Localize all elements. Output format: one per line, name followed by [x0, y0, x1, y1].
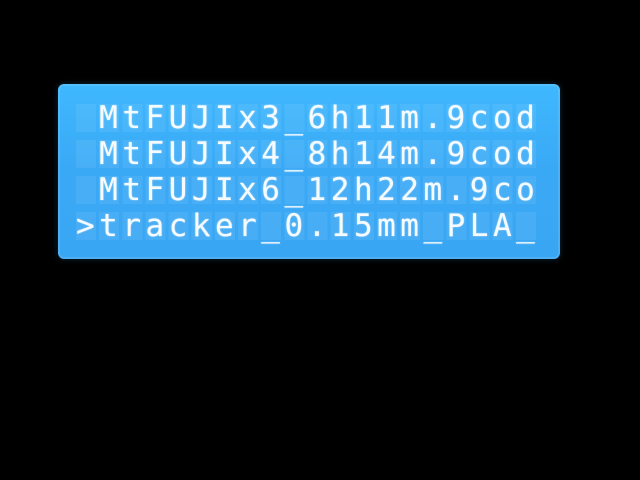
selected-file-name: >tracker_0.15mm_PLA_ — [76, 208, 540, 244]
file-name: MtFUJIx3_6h11m.9cod — [76, 100, 540, 136]
file-list-item[interactable]: MtFUJIx6_12h22m.9co — [76, 173, 544, 208]
camera-frame: MtFUJIx3_6h11m.9cod MtFUJIx4_8h14m.9cod … — [0, 0, 640, 480]
lcd-text-area: MtFUJIx3_6h11m.9cod MtFUJIx4_8h14m.9cod … — [76, 101, 544, 244]
file-list-item[interactable]: MtFUJIx4_8h14m.9cod — [76, 137, 544, 172]
selected-file-list-item[interactable]: >tracker_0.15mm_PLA_ — [76, 209, 544, 244]
file-list-item[interactable]: MtFUJIx3_6h11m.9cod — [76, 101, 544, 136]
file-name: MtFUJIx6_12h22m.9co — [76, 172, 540, 208]
file-name: MtFUJIx4_8h14m.9cod — [76, 136, 540, 172]
lcd-display: MtFUJIx3_6h11m.9cod MtFUJIx4_8h14m.9cod … — [58, 84, 560, 259]
